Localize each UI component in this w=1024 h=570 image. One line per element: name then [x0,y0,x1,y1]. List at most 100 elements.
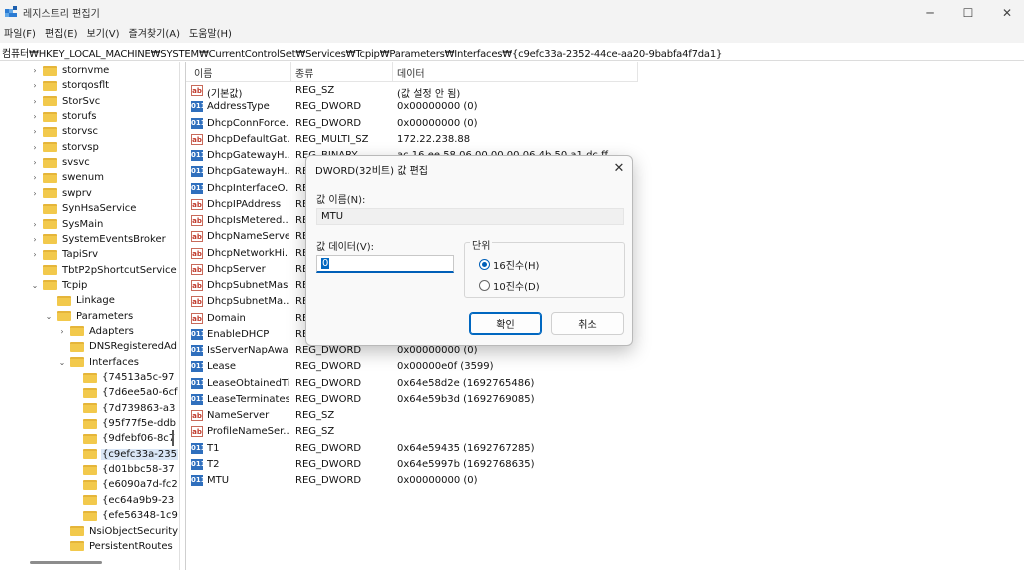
tree-item[interactable]: › StorSvc [30,94,101,109]
tree-item-label[interactable]: Adapters [88,326,135,337]
value-data-input[interactable]: 0 [316,255,454,273]
cancel-button[interactable]: 취소 [551,312,624,335]
tree-item-label[interactable]: {95f77f5e-ddb [101,418,177,429]
column-header-type[interactable]: 종류 [295,65,313,80]
tree-item-label[interactable]: StorSvc [61,96,101,107]
menu-edit[interactable]: 편집(E) [41,26,83,43]
tree-item-label[interactable]: {9dfebf06-8c7 [101,433,176,444]
chevron-right-icon[interactable]: › [30,158,40,168]
value-row[interactable]: 011 Lease REG_DWORD 0x00000e0f (3599) [186,359,638,375]
chevron-right-icon[interactable]: › [30,127,40,137]
column-divider[interactable] [637,62,638,82]
tree-item-label[interactable]: {e6090a7d-fc2 [101,479,179,490]
chevron-right-icon[interactable]: › [57,326,67,336]
chevron-right-icon[interactable]: › [30,219,40,229]
tree-item-label[interactable]: storqosflt [61,80,110,91]
tree-item-label[interactable]: TbtP2pShortcutService [61,265,178,276]
dec-radio[interactable] [479,280,490,291]
value-row[interactable]: ab (기본값) REG_SZ (값 설정 안 됨) [186,83,638,100]
value-row[interactable]: 011LeaseObtainedTi... REG_DWORD 0x64e58d2e… [186,376,638,392]
tree-item[interactable]: NsiObjectSecurity [57,524,179,539]
tree-item[interactable]: › storvsp [30,140,100,155]
tree-item[interactable]: › storqosflt [30,78,110,93]
value-row[interactable]: ab NameServer REG_SZ [186,408,638,424]
tree-item[interactable]: {74513a5c-97 [70,370,176,385]
tree-item[interactable]: {95f77f5e-ddb [70,416,177,431]
chevron-down-icon[interactable]: ⌄ [57,357,67,367]
hex-radio[interactable] [479,259,490,270]
menu-file[interactable]: 파일(F) [0,26,41,43]
value-row[interactable]: 011 AddressType REG_DWORD 0x00000000 (0) [186,99,638,115]
minimize-button[interactable]: ─ [910,0,950,26]
hex-radio-option[interactable]: 16진수(H) [479,257,539,272]
value-row[interactable]: 011 DhcpConnForce... REG_DWORD 0x00000000 (… [186,116,638,132]
column-header-data[interactable]: 데이터 [397,65,425,80]
tree-item[interactable]: › stornvme [30,63,110,78]
value-row[interactable]: 011 MTU REG_DWORD 0x00000000 (0) [186,473,638,489]
tree-item-label[interactable]: Tcpip [61,280,88,291]
tree-item-label[interactable]: {74513a5c-97 [101,372,176,383]
key-tree-pane[interactable]: › stornvme › storqosflt › StorSvc › storufs › sto… [0,62,180,570]
tree-item[interactable]: Linkage [44,293,116,308]
value-row[interactable]: ab DhcpDefaultGat... REG_MULTI_SZ 172.22.23… [186,132,638,148]
tree-item-label[interactable]: Linkage [75,295,116,306]
tree-item[interactable]: › SystemEventsBroker [30,232,167,247]
tree-item[interactable]: › TapiSrv [30,247,99,262]
tree-item[interactable]: {9dfebf06-8c7 [70,431,176,446]
tree-item-label[interactable]: {efe56348-1c9 [101,510,179,521]
chevron-right-icon[interactable]: › [30,250,40,260]
tree-item-label[interactable]: {c9efc33a-235 [101,448,178,460]
tree-item-label[interactable]: {d01bbc58-37 [101,464,176,475]
tree-item-label[interactable]: SysMain [61,219,104,230]
chevron-right-icon[interactable]: › [30,188,40,198]
tree-item[interactable]: › swprv [30,186,93,201]
chevron-right-icon[interactable]: › [30,234,40,244]
tree-item-label[interactable]: swenum [61,172,105,183]
tree-item[interactable]: › svsvc [30,155,91,170]
value-row[interactable]: 011 T2 REG_DWORD 0x64e5997b (1692768635) [186,457,638,473]
column-divider[interactable] [392,62,393,82]
tree-item[interactable]: {7d739863-a3 [70,401,176,416]
chevron-right-icon[interactable]: › [30,81,40,91]
tree-item[interactable]: ⌄ Tcpip [30,278,88,293]
column-divider[interactable] [290,62,291,82]
tree-item-label[interactable]: storvsp [61,142,100,153]
tree-item[interactable]: PersistentRoutes [57,539,174,554]
close-button[interactable]: ✕ [987,0,1024,26]
tree-item[interactable]: DNSRegisteredAd [57,339,178,354]
ok-button[interactable]: 확인 [469,312,542,335]
tree-item[interactable]: SynHsaService [30,201,137,216]
chevron-right-icon[interactable]: › [30,66,40,76]
column-header-name[interactable]: 이름 [194,65,212,80]
tree-item-label[interactable]: storufs [61,111,97,122]
value-row[interactable]: ab ProfileNameSer... REG_SZ [186,424,638,440]
chevron-down-icon[interactable]: ⌄ [44,311,54,321]
tree-item-label[interactable]: DNSRegisteredAd [88,341,178,352]
tree-item-label[interactable]: Interfaces [88,357,140,368]
dialog-close-button[interactable]: ✕ [609,159,629,177]
address-path[interactable]: 컴퓨터₩HKEY_LOCAL_MACHINE₩SYSTEM₩CurrentCon… [2,45,722,60]
tree-item[interactable]: ⌄ Parameters [44,309,134,324]
menu-help[interactable]: 도움말(H) [185,26,237,43]
tree-item[interactable]: {ec64a9b9-23 [70,493,175,508]
tree-item-label[interactable]: svsvc [61,157,91,168]
tree-item[interactable]: TbtP2pShortcutService [30,263,178,278]
tree-item[interactable]: › swenum [30,170,105,185]
menu-favorites[interactable]: 즐겨찾기(A) [125,26,185,43]
maximize-button[interactable]: ☐ [948,0,988,26]
tree-item-label[interactable]: storvsc [61,126,99,137]
tree-item-label[interactable]: {7d739863-a3 [101,403,176,414]
tree-item-label[interactable]: TapiSrv [61,249,99,260]
chevron-down-icon[interactable]: ⌄ [30,280,40,290]
tree-horizontal-scrollbar[interactable] [30,561,102,564]
chevron-right-icon[interactable]: › [30,173,40,183]
tree-item[interactable]: › Adapters [57,324,135,339]
tree-item[interactable]: › storufs [30,109,97,124]
tree-vertical-scrollbar[interactable] [172,430,174,446]
tree-item-label[interactable]: PersistentRoutes [88,541,174,552]
tree-item-label[interactable]: SynHsaService [61,203,137,214]
tree-item-label[interactable]: {ec64a9b9-23 [101,495,175,506]
address-bar[interactable]: 컴퓨터₩HKEY_LOCAL_MACHINE₩SYSTEM₩CurrentCon… [0,43,1024,61]
tree-item[interactable]: {d01bbc58-37 [70,462,176,477]
tree-item-label[interactable]: NsiObjectSecurity [88,526,179,537]
